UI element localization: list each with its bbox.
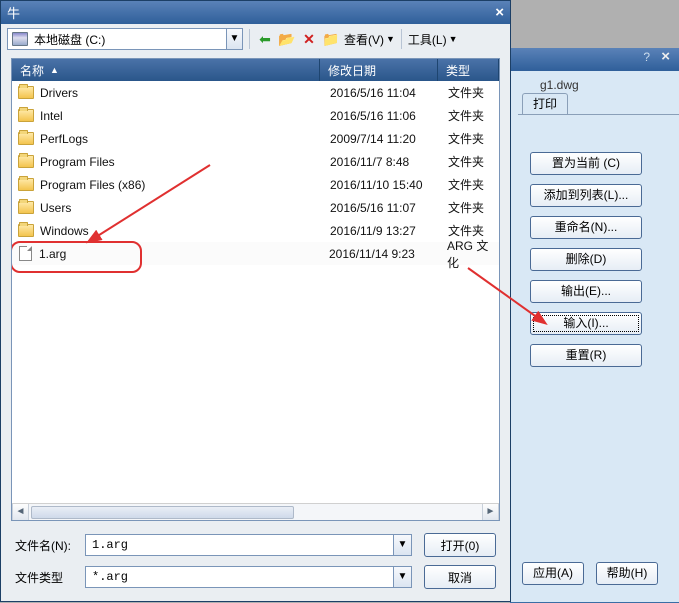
- table-row[interactable]: Users2016/5/16 11:07文件夹: [12, 196, 499, 219]
- dialog-title: 牛: [7, 3, 20, 22]
- tools-menu[interactable]: 工具(L)▼: [408, 31, 458, 48]
- row-date: 2016/11/10 15:40: [322, 178, 440, 192]
- new-folder-icon[interactable]: 📁: [322, 30, 340, 48]
- panel-file-label: g1.dwg: [540, 78, 579, 92]
- row-type: ARG 文化: [439, 237, 499, 271]
- row-name: Program Files: [40, 155, 322, 169]
- table-row[interactable]: 1.arg2016/11/14 9:23ARG 文化: [12, 242, 499, 265]
- separator: [249, 29, 250, 49]
- dialog-titlebar: 牛 ×: [1, 1, 510, 24]
- row-name: Drivers: [40, 86, 322, 100]
- table-row[interactable]: Program Files2016/11/7 8:48文件夹: [12, 150, 499, 173]
- row-name: Program Files (x86): [40, 178, 322, 192]
- table-row[interactable]: Windows2016/11/9 13:27文件夹: [12, 219, 499, 242]
- horizontal-scrollbar[interactable]: ◄ ►: [12, 503, 499, 520]
- row-type: 文件夹: [440, 199, 499, 216]
- row-date: 2016/5/16 11:06: [322, 109, 440, 123]
- tab-line: [518, 114, 679, 115]
- filename-label: 文件名(N):: [15, 537, 85, 554]
- apply-button[interactable]: 应用(A): [522, 562, 584, 585]
- filetype-input-wrap: ▼: [85, 566, 412, 588]
- row-date: 2009/7/14 11:20: [322, 132, 440, 146]
- filetype-input[interactable]: [86, 567, 393, 587]
- column-name[interactable]: 名称▲: [12, 59, 320, 81]
- folder-icon: [18, 178, 34, 191]
- row-name: PerfLogs: [40, 132, 322, 146]
- row-date: 2016/11/7 8:48: [322, 155, 440, 169]
- scroll-track[interactable]: [29, 504, 482, 520]
- row-type: 文件夹: [440, 130, 499, 147]
- rename-button[interactable]: 重命名(N)...: [530, 216, 642, 239]
- table-row[interactable]: PerfLogs2009/7/14 11:20文件夹: [12, 127, 499, 150]
- print-panel-titlebar: ? ×: [510, 48, 679, 71]
- scroll-left-icon[interactable]: ◄: [12, 504, 29, 521]
- file-open-dialog: 牛 × 本地磁盘 (C:) ▼ ⬅ 📂 ✕ 📁 查看(V)▼ 工具(L)▼ 名称…: [0, 0, 511, 602]
- row-type: 文件夹: [440, 84, 499, 101]
- chevron-down-icon[interactable]: ▼: [393, 535, 411, 555]
- chevron-down-icon[interactable]: ▼: [393, 567, 411, 587]
- row-date: 2016/5/16 11:04: [322, 86, 440, 100]
- reset-button[interactable]: 重置(R): [530, 344, 642, 367]
- column-headers: 名称▲ 修改日期 类型: [12, 59, 499, 81]
- export-button[interactable]: 输出(E)...: [530, 280, 642, 303]
- row-type: 文件夹: [440, 153, 499, 170]
- chevron-down-icon[interactable]: ▼: [226, 29, 242, 49]
- separator: [401, 29, 402, 49]
- table-row[interactable]: Intel2016/5/16 11:06文件夹: [12, 104, 499, 127]
- delete-button[interactable]: 删除(D): [530, 248, 642, 271]
- column-date[interactable]: 修改日期: [320, 59, 438, 81]
- drive-label: 本地磁盘 (C:): [32, 31, 226, 48]
- toolbar: 本地磁盘 (C:) ▼ ⬅ 📂 ✕ 📁 查看(V)▼ 工具(L)▼: [1, 24, 510, 54]
- help-icon[interactable]: ?: [643, 50, 650, 64]
- file-icon: [19, 246, 32, 261]
- folder-icon: [18, 201, 34, 214]
- folder-icon: [18, 155, 34, 168]
- rows-container: Drivers2016/5/16 11:04文件夹Intel2016/5/16 …: [12, 81, 499, 503]
- row-name: Users: [40, 201, 322, 215]
- row-type: 文件夹: [440, 107, 499, 124]
- folder-icon: [18, 109, 34, 122]
- row-date: 2016/11/9 13:27: [322, 224, 440, 238]
- row-name: Intel: [40, 109, 322, 123]
- help-button[interactable]: 帮助(H): [596, 562, 658, 585]
- folder-icon: [18, 86, 34, 99]
- table-row[interactable]: Drivers2016/5/16 11:04文件夹: [12, 81, 499, 104]
- up-folder-icon[interactable]: 📂: [278, 30, 296, 48]
- drive-selector[interactable]: 本地磁盘 (C:) ▼: [7, 28, 243, 50]
- open-button[interactable]: 打开(0): [424, 533, 496, 557]
- filename-input[interactable]: [86, 535, 393, 555]
- add-to-list-button[interactable]: 添加到列表(L)...: [530, 184, 642, 207]
- cancel-button[interactable]: 取消: [424, 565, 496, 589]
- filename-input-wrap: ▼: [85, 534, 412, 556]
- drive-icon: [12, 32, 28, 46]
- folder-icon: [18, 132, 34, 145]
- back-icon[interactable]: ⬅: [256, 30, 274, 48]
- set-current-button[interactable]: 置为当前 (C): [530, 152, 642, 175]
- row-name: Windows: [40, 224, 322, 238]
- delete-x-icon[interactable]: ✕: [300, 30, 318, 48]
- row-date: 2016/5/16 11:07: [322, 201, 440, 215]
- file-list: 名称▲ 修改日期 类型 Drivers2016/5/16 11:04文件夹Int…: [11, 58, 500, 521]
- close-icon[interactable]: ×: [661, 48, 670, 65]
- scroll-thumb[interactable]: [31, 506, 294, 519]
- row-name: 1.arg: [39, 247, 321, 261]
- folder-icon: [18, 224, 34, 237]
- filetype-label: 文件类型: [15, 569, 85, 586]
- view-menu[interactable]: 查看(V)▼: [344, 31, 395, 48]
- column-type[interactable]: 类型: [438, 59, 499, 81]
- scroll-right-icon[interactable]: ►: [482, 504, 499, 521]
- row-type: 文件夹: [440, 176, 499, 193]
- table-row[interactable]: Program Files (x86)2016/11/10 15:40文件夹: [12, 173, 499, 196]
- import-button[interactable]: 输入(I)...: [530, 312, 642, 335]
- dialog-bottom: 文件名(N): ▼ 打开(0) 文件类型 ▼ 取消: [1, 525, 510, 601]
- tab-print[interactable]: 打印: [522, 93, 568, 115]
- row-date: 2016/11/14 9:23: [321, 247, 439, 261]
- dialog-close-icon[interactable]: ×: [495, 4, 504, 21]
